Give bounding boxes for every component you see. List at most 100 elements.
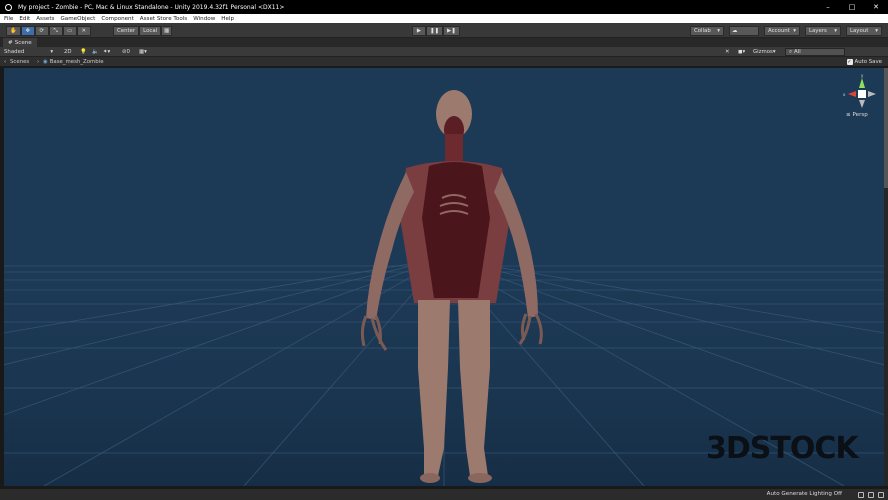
scale-tool-button[interactable]: ⤡ (48, 26, 63, 36)
chevron-down-icon: ▾ (717, 28, 720, 34)
close-button[interactable]: ✕ (864, 0, 888, 14)
viewport-scrollbar[interactable] (884, 68, 888, 486)
custom-tool-button[interactable]: ✕ (76, 26, 91, 36)
pivot-local-label: Local (143, 28, 158, 34)
speaker-icon: 🔈 (92, 49, 99, 55)
effects-dropdown[interactable]: ✦▾ (103, 48, 110, 56)
breadcrumb-prefab[interactable]: ◉ Base_mesh_Zombie (43, 58, 104, 66)
auto-save-label: Auto Save (854, 59, 882, 65)
step-button[interactable]: ▶❚ (443, 26, 460, 36)
scene-search-placeholder: All (794, 49, 801, 55)
grid-icon: ▦▾ (139, 49, 147, 55)
effects-icon: ✦▾ (103, 49, 111, 55)
prefab-icon: ◉ (43, 59, 48, 65)
gizmo-neg-y-cone[interactable] (859, 100, 865, 108)
projection-icon: ≤ (846, 112, 851, 118)
rotate-tool-button[interactable]: ⟳ (34, 26, 49, 36)
menu-bar: File Edit Assets GameObject Component As… (0, 14, 888, 23)
grid-icon: ▦ (164, 28, 170, 34)
audio-toggle[interactable]: 🔈 (92, 48, 99, 56)
collab-dropdown[interactable]: Collab ▾ (690, 26, 724, 36)
gizmos-dropdown[interactable]: Gizmos ▾ (753, 48, 776, 56)
menu-file[interactable]: File (4, 16, 13, 22)
layout-dropdown[interactable]: Layout ▾ (846, 26, 882, 36)
pivot-local-button[interactable]: Local (139, 26, 162, 36)
cloud-button[interactable]: ☁ (729, 26, 759, 36)
move-tool-button[interactable]: ✥ (20, 26, 35, 36)
gizmo-neg-x-cone[interactable] (868, 91, 876, 97)
lightbulb-icon: 💡 (80, 49, 87, 55)
menu-component[interactable]: Component (101, 16, 133, 22)
scrollbar-thumb[interactable] (884, 68, 888, 188)
play-button[interactable]: ▶ (412, 26, 426, 36)
lighting-status-icon[interactable] (858, 492, 864, 498)
toolbar-right: Collab ▾ ☁ Account ▾ Layers ▾ Layout ▾ (690, 26, 882, 36)
grid-toggle-dropdown[interactable]: ▦▾ (139, 48, 147, 56)
status-bar: Auto Generate Lighting Off (0, 488, 888, 500)
gizmos-label: Gizmos (753, 49, 773, 55)
layers-label: Layers (809, 28, 827, 34)
hidden-objects-toggle[interactable]: ⊘ 0 (122, 48, 130, 56)
window-title: My project - Zombie - PC, Mac & Linux St… (18, 3, 285, 11)
scene-search-input[interactable]: ⌕ All (785, 48, 845, 56)
menu-asset-store-tools[interactable]: Asset Store Tools (140, 16, 187, 22)
hash-icon: # (8, 39, 13, 46)
3dstock-watermark: 3DSTOCK (706, 431, 859, 466)
gizmo-y-cone[interactable] (859, 78, 865, 88)
breadcrumb-separator: › (37, 58, 39, 66)
camera-icon: ◼▾ (738, 49, 746, 55)
pivot-group: Center Local ▦ (113, 26, 173, 36)
progress-status-icon[interactable] (868, 492, 874, 498)
2d-toggle[interactable]: 2D (64, 48, 72, 56)
orientation-gizmo[interactable]: y x (842, 74, 882, 114)
cloud-icon: ☁ (732, 28, 738, 34)
shading-mode-label: Shaded (4, 49, 25, 55)
tools-button[interactable]: ✕ (725, 48, 730, 56)
lighting-toggle[interactable]: 💡 (80, 48, 87, 56)
chevron-left-icon: ‹ (4, 59, 7, 65)
account-dropdown[interactable]: Account ▾ (764, 26, 800, 36)
hand-tool-button[interactable]: ✋ (6, 26, 21, 36)
chevron-down-icon: ▾ (772, 49, 776, 55)
transform-tools: ✋ ✥ ⟳ ⤡ ▭ ✕ (6, 26, 91, 36)
maximize-button[interactable]: □ (840, 0, 864, 14)
breadcrumb: ‹ Scenes › ◉ Base_mesh_Zombie ✓ Auto Sav… (0, 57, 888, 67)
breadcrumb-scenes[interactable]: Scenes (10, 58, 29, 66)
chevron-down-icon: ▾ (50, 49, 54, 55)
play-controls: ▶ ❚❚ ▶❚ (412, 26, 460, 36)
notification-status-icon[interactable] (878, 492, 884, 498)
layout-label: Layout (850, 28, 869, 34)
menu-assets[interactable]: Assets (36, 16, 54, 22)
minimize-button[interactable]: – (816, 0, 840, 14)
chevron-right-icon: › (37, 59, 40, 65)
scene-tab-bar: # Scene (0, 38, 888, 47)
title-bar: My project - Zombie - PC, Mac & Linux St… (0, 0, 888, 14)
pause-button[interactable]: ❚❚ (426, 26, 444, 36)
scene-viewport[interactable]: y x ≤ Persp 3DSTOCK (4, 68, 884, 486)
tab-scene[interactable]: # Scene (3, 38, 37, 47)
auto-save-toggle[interactable]: ✓ Auto Save (846, 58, 882, 66)
status-icons (858, 492, 884, 498)
camera-dropdown[interactable]: ◼▾ (738, 48, 745, 56)
search-icon: ⌕ (789, 48, 793, 55)
breadcrumb-back-button[interactable]: ‹ (4, 58, 6, 66)
2d-label: 2D (64, 49, 72, 55)
gizmo-x-cone[interactable] (848, 91, 856, 97)
shading-mode-dropdown[interactable]: Shaded ▾ (4, 48, 53, 56)
gizmo-y-label: y (861, 74, 864, 78)
collab-label: Collab (694, 28, 711, 34)
status-text: Auto Generate Lighting Off (766, 491, 842, 497)
chevron-down-icon: ▾ (834, 28, 837, 34)
menu-edit[interactable]: Edit (19, 16, 30, 22)
pivot-center-button[interactable]: Center (113, 26, 140, 36)
window-controls: – □ ✕ (816, 0, 888, 14)
menu-help[interactable]: Help (221, 16, 234, 22)
menu-gameobject[interactable]: GameObject (60, 16, 95, 22)
projection-toggle[interactable]: ≤ Persp (846, 112, 868, 118)
gizmo-center-cube[interactable] (858, 90, 866, 98)
menu-window[interactable]: Window (193, 16, 215, 22)
snap-grid-button[interactable]: ▦ (161, 26, 173, 36)
layers-dropdown[interactable]: Layers ▾ (805, 26, 841, 36)
rect-tool-button[interactable]: ▭ (62, 26, 77, 36)
auto-save-checkbox[interactable]: ✓ (846, 59, 853, 65)
